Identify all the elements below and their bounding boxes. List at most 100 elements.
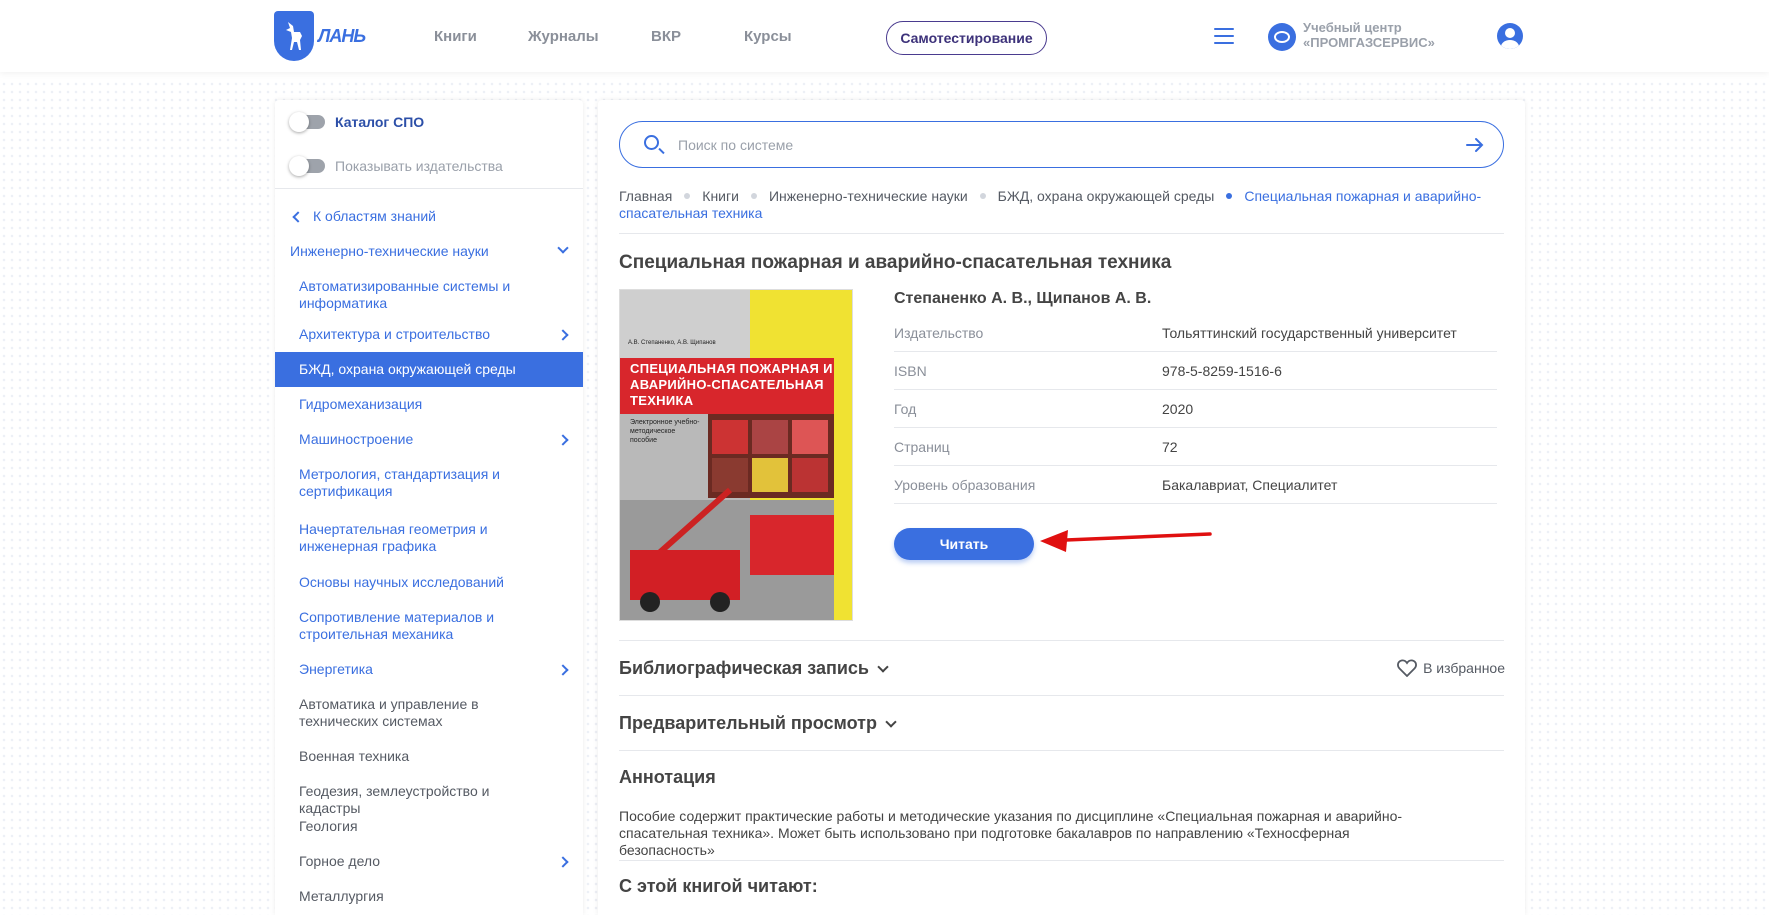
breadcrumb-engineering[interactable]: Инженерно-технические науки	[769, 188, 968, 204]
back-to-areas-link[interactable]: К областям знаний	[275, 208, 583, 225]
divider	[619, 640, 1504, 641]
chevron-right-icon	[557, 434, 569, 446]
sidebar-item-metallurgy[interactable]: Металлургия	[275, 888, 583, 905]
org-name-line2: «ПРОМГАЗСЕРВИС»	[1303, 35, 1435, 50]
menu-icon[interactable]	[1214, 28, 1234, 44]
self-test-button[interactable]: Самотестирование	[886, 21, 1047, 55]
breadcrumb-bzhd[interactable]: БЖД, охрана окружающей среды	[998, 188, 1215, 204]
cover-title: СПЕЦИАЛЬНАЯ ПОЖАРНАЯ И АВАРИЙНО-СПАСАТЕЛ…	[630, 361, 833, 408]
meta-value: Бакалавриат, Специалитет	[1162, 477, 1338, 493]
sidebar-item-label: Гидромеханизация	[299, 396, 423, 412]
breadcrumb-books[interactable]: Книги	[702, 188, 739, 204]
bibliographic-record-toggle[interactable]: Библиографическая запись	[619, 658, 889, 679]
sidebar-item-label: Геология	[299, 818, 358, 834]
toggle-spo-switch[interactable]	[289, 112, 325, 132]
meta-key: ISBN	[894, 363, 927, 379]
chevron-right-icon	[557, 664, 569, 676]
search-bar	[619, 121, 1504, 168]
divider	[619, 860, 1504, 861]
sidebar-item-label: Машиностроение	[299, 431, 414, 447]
sidebar-item-military[interactable]: Военная техника	[275, 748, 583, 765]
meta-value: 72	[1162, 439, 1178, 455]
eye-icon[interactable]	[1268, 23, 1296, 51]
bibliographic-label: Библиографическая запись	[619, 658, 869, 678]
divider	[619, 695, 1504, 696]
chevron-down-icon	[877, 660, 889, 673]
sidebar-item-label: Сопротивление материалов и строительная …	[299, 609, 495, 642]
back-link-label: К областям знаний	[313, 208, 436, 224]
meta-value: 978-5-8259-1516-6	[1162, 363, 1282, 379]
top-header: ЛАНЬ Книги Журналы ВКР Курсы Самотестиро…	[0, 0, 1769, 72]
sidebar-item-automation-control[interactable]: Автоматика и управление в технических си…	[275, 696, 583, 730]
sidebar-item-strength-of-materials[interactable]: Сопротивление материалов и строительная …	[275, 609, 583, 643]
favorite-label: В избранное	[1423, 660, 1505, 676]
sidebar-item-descriptive-geometry[interactable]: Начертательная геометрия и инженерная гр…	[275, 521, 583, 555]
organization-name[interactable]: Учебный центр «ПРОМГАЗСЕРВИС»	[1303, 20, 1435, 50]
red-arrow-annotation-icon	[1040, 530, 1212, 552]
preview-label: Предварительный просмотр	[619, 713, 877, 733]
toggle-spo-row[interactable]: Каталог СПО	[289, 112, 424, 132]
add-to-favorites-button[interactable]: В избранное	[1397, 659, 1505, 677]
meta-key: Уровень образования	[894, 477, 1036, 493]
user-avatar-icon[interactable]	[1497, 23, 1523, 49]
sidebar-item-energy[interactable]: Энергетика	[275, 661, 583, 678]
sidebar-item-label: Металлургия	[299, 888, 384, 904]
book-authors: Степаненко А. В., Щипанов А. В.	[894, 290, 1152, 307]
chevron-down-icon	[557, 242, 569, 254]
divider	[619, 233, 1504, 234]
sidebar-item-hydromechanization[interactable]: Гидромеханизация	[275, 396, 583, 413]
meta-row-publisher: Издательство Тольяттинский государственны…	[894, 314, 1497, 352]
sidebar-item-metrology[interactable]: Метрология, стандартизация и сертификаци…	[275, 466, 583, 500]
arrow-right-icon[interactable]	[1465, 135, 1485, 155]
nav-vkr[interactable]: ВКР	[651, 28, 681, 45]
sidebar-item-geology[interactable]: Геология	[275, 818, 583, 835]
book-metadata-table: Издательство Тольяттинский государственны…	[894, 314, 1497, 504]
sidebar-item-label: Военная техника	[299, 748, 410, 764]
sidebar-item-bzhd[interactable]: БЖД, охрана окружающей среды	[275, 352, 583, 387]
toggle-publishers-switch[interactable]	[289, 156, 325, 176]
read-button[interactable]: Читать	[894, 528, 1034, 560]
sidebar-item-label: Геодезия, землеустройство и кадастры	[299, 783, 490, 816]
breadcrumb: Главная Книги Инженерно-технические науки Б…	[619, 188, 1504, 222]
chevron-right-icon	[557, 856, 569, 868]
meta-key: Издательство	[894, 325, 984, 341]
meta-row-year: Год 2020	[894, 390, 1497, 428]
meta-row-education-level: Уровень образования Бакалавриат, Специали…	[894, 466, 1497, 504]
nav-journals[interactable]: Журналы	[528, 28, 599, 45]
annotation-title: Аннотация	[619, 767, 716, 787]
cover-authors: А.В. Степаненко, А.В. Щипанов	[628, 340, 716, 346]
org-name-line1: Учебный центр	[1303, 20, 1402, 35]
breadcrumb-home[interactable]: Главная	[619, 188, 672, 204]
sidebar-item-label: Автоматика и управление в технических си…	[299, 696, 479, 729]
chevron-left-icon	[292, 211, 304, 223]
search-input[interactable]	[678, 134, 1438, 156]
sidebar-item-mining[interactable]: Горное дело	[275, 853, 583, 870]
meta-value: Тольяттинский государственный университе…	[1162, 325, 1457, 341]
sidebar-item-automated-systems[interactable]: Автоматизированные системы и информатика	[275, 278, 583, 312]
sidebar-item-label: Архитектура и строительство	[299, 326, 491, 342]
preview-toggle[interactable]: Предварительный просмотр	[619, 713, 897, 734]
sidebar-parent-engineering[interactable]: Инженерно-технические науки	[275, 242, 583, 260]
annotation-text: Пособие содержит практические работы и м…	[619, 808, 1403, 858]
nav-courses[interactable]: Курсы	[744, 28, 792, 45]
sidebar-item-label: Основы научных исследований	[299, 574, 504, 590]
meta-row-pages: Страниц 72	[894, 428, 1497, 466]
toggle-publishers-row[interactable]: Показывать издательства	[289, 156, 503, 176]
search-icon[interactable]	[644, 135, 659, 150]
meta-key: Страниц	[894, 439, 950, 455]
deer-logo-icon	[274, 11, 314, 61]
sidebar-item-architecture[interactable]: Архитектура и строительство	[275, 326, 583, 343]
chevron-down-icon	[885, 715, 897, 728]
divider	[619, 750, 1504, 751]
parent-label: Инженерно-технические науки	[290, 243, 489, 259]
sidebar-item-mechanical-engineering[interactable]: Машиностроение	[275, 431, 583, 448]
chevron-right-icon	[557, 329, 569, 341]
sidebar-item-geodesy[interactable]: Геодезия, землеустройство и кадастры	[275, 783, 583, 817]
logo[interactable]: ЛАНЬ	[274, 11, 366, 61]
sidebar-divider	[275, 188, 583, 189]
nav-books[interactable]: Книги	[434, 28, 477, 45]
sidebar-item-label: Метрология, стандартизация и сертификаци…	[299, 466, 500, 499]
book-cover[interactable]: А.В. Степаненко, А.В. Щипанов СПЕЦИАЛЬНА…	[619, 289, 853, 621]
meta-value: 2020	[1162, 401, 1194, 417]
sidebar-item-research-basics[interactable]: Основы научных исследований	[275, 574, 583, 591]
